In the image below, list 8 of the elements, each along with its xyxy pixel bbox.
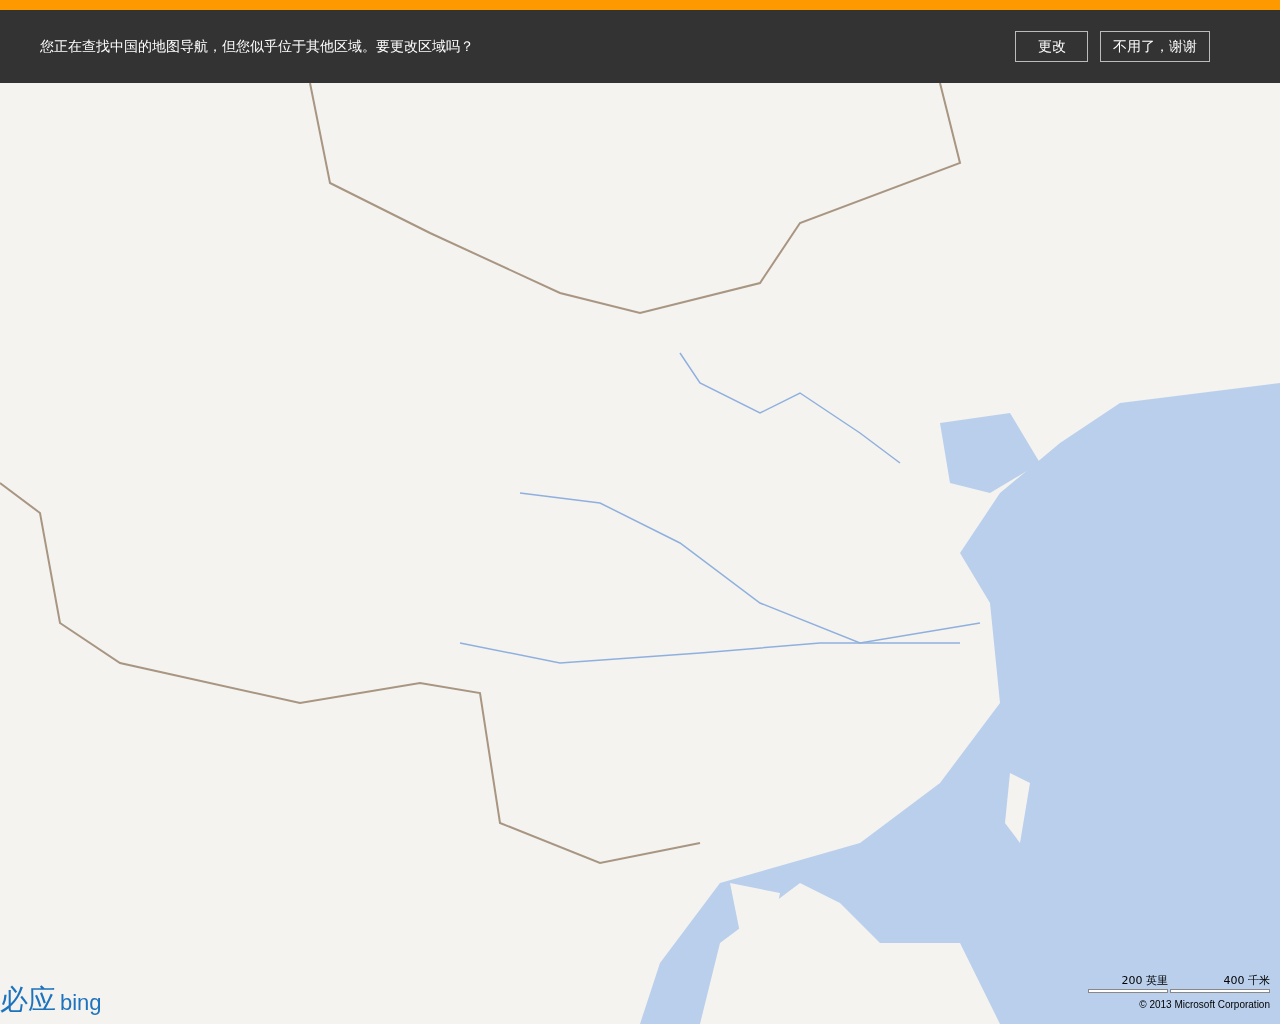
map-drawing[interactable] bbox=[0, 83, 1280, 1024]
banner-button[interactable]: 不用了，谢谢 bbox=[1100, 31, 1210, 62]
bing-logo: 必应 bing bbox=[0, 986, 102, 1014]
scale-label: 200 英里 bbox=[1121, 972, 1168, 989]
banner-button[interactable]: 更改 bbox=[1015, 31, 1088, 62]
scale-label: 400 千米 bbox=[1223, 972, 1270, 989]
banner-message: 您正在查找中国的地图导航，但您似乎位于其他区域。要更改区域吗？ bbox=[40, 37, 474, 56]
copyright-text: © 2013 Microsoft Corporation bbox=[1139, 998, 1270, 1012]
